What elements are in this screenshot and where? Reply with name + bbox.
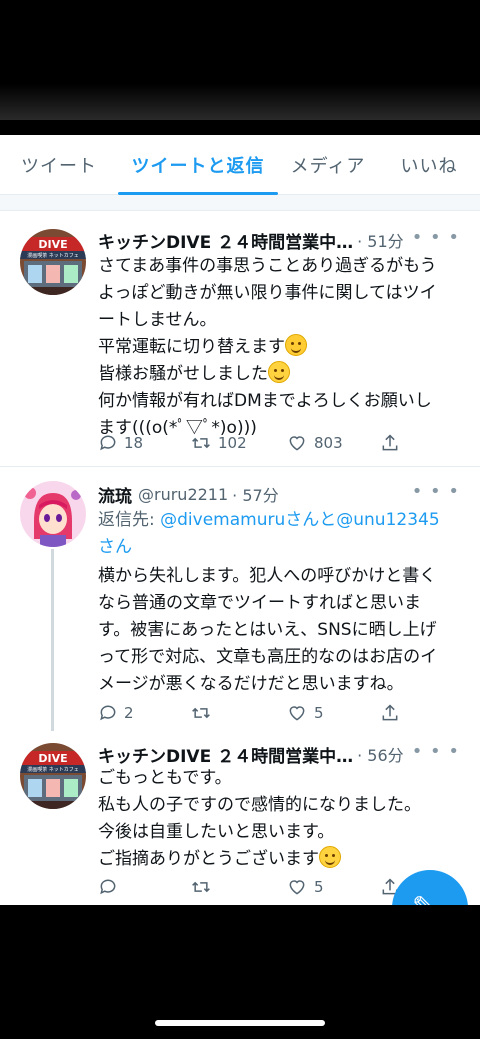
tweet[interactable]: 流琉 @ruru2211 · 57分 • • • 返信先: @divemamur… — [0, 469, 480, 729]
like-count: 803 — [314, 434, 343, 452]
reply-suffix: さん — [98, 537, 132, 557]
reply-count: 18 — [124, 434, 144, 452]
display-name[interactable]: キッチンDIVE ２４時間営業中… — [98, 228, 353, 253]
text-line-wrap: 平常運転に切り替えます — [98, 334, 460, 361]
tweet-text: さてまあ事件の事思うことあり過ぎるがもう よっぽど動きが無い限り事件に関してはツ… — [98, 253, 460, 442]
more-icon[interactable]: • • • — [412, 229, 460, 247]
reply-icon — [100, 705, 116, 721]
text-line: 私も人の子ですので感情的になりました。 — [98, 795, 421, 815]
text-line: 平常運転に切り替えます — [98, 337, 285, 357]
heart-icon — [289, 706, 305, 721]
tweet-actions: 2 5 — [98, 699, 418, 727]
text-line: 横から失礼します。犯人への呼びかけと書く — [98, 566, 437, 586]
text-line: ートしません。 — [98, 310, 217, 330]
like-button[interactable]: 5 — [286, 703, 324, 723]
tweet[interactable]: DIVE 漫画喫茶 ネットカフェ キッチンDIVE ２４時間営業中… · 51分… — [0, 215, 480, 465]
tab-media[interactable]: メディア — [278, 135, 378, 195]
reply-icon — [100, 435, 116, 451]
reply-mid: さんと — [285, 510, 337, 530]
tweet-header: キッチンDIVE ２４時間営業中… · 51分 • • • — [98, 227, 460, 253]
avatar-sign: DIVE — [38, 238, 67, 251]
retweet-icon — [192, 707, 210, 719]
text-line: よっぽど動きが無い限り事件に関してはツイ — [98, 283, 437, 303]
retweet-button[interactable] — [190, 703, 212, 723]
bottom-area — [0, 905, 480, 1039]
tweet-actions: 18 102 803 — [98, 429, 418, 457]
text-line: メージが悪くなるだけだと思いますね。 — [98, 674, 404, 694]
relieved-emoji-icon — [268, 361, 290, 383]
relieved-emoji-icon — [319, 846, 341, 868]
tab-likes[interactable]: いいね — [378, 135, 480, 195]
retweet-count: 102 — [218, 434, 247, 452]
mention-link[interactable]: @divemamuru — [160, 510, 285, 530]
tweet-actions: 5 — [98, 873, 418, 901]
text-line: って形で対応、文章も高圧的なのはお店のイ — [98, 647, 438, 667]
tab-bar: ツイート ツイートと返信 メディア いいね — [0, 135, 480, 195]
retweet-icon — [192, 881, 210, 893]
share-icon — [382, 434, 398, 451]
tweet-header: キッチンDIVE ２４時間営業中… · 56分 • • • — [98, 741, 460, 767]
text-line: 今後は自重したいと思います。 — [98, 822, 335, 842]
reply-button[interactable] — [98, 877, 118, 897]
avatar-subtext: 漫画喫茶 ネットカフェ — [27, 766, 79, 773]
display-name[interactable]: 流琉 — [98, 482, 132, 507]
like-button[interactable]: 5 — [286, 877, 324, 897]
more-icon[interactable]: • • • — [412, 483, 460, 501]
smile-emoji-icon — [285, 334, 307, 356]
retweet-icon — [192, 437, 210, 449]
text-line: さてまあ事件の事思うことあり過ぎるがもう — [98, 256, 437, 276]
retweet-button[interactable] — [190, 877, 212, 897]
like-count: 5 — [314, 704, 324, 722]
tab-label: ツイートと返信 — [131, 156, 265, 177]
share-button[interactable] — [380, 703, 400, 723]
share-icon — [382, 704, 398, 721]
text-line: ごもっともです。 — [98, 768, 232, 788]
mention-link[interactable]: @unu12345 — [336, 510, 439, 530]
avatar-sign: DIVE — [38, 752, 67, 765]
section-gap — [0, 195, 480, 211]
text-line: す。被害にあったとはいえ、SNSに晒し上げ — [98, 620, 437, 640]
text-line-wrap: ご指摘ありがとうございます — [98, 846, 460, 873]
status-area — [0, 0, 480, 120]
heart-icon — [289, 880, 305, 895]
handle[interactable]: @ruru2211 — [138, 485, 228, 504]
avatar[interactable]: DIVE 漫画喫茶 ネットカフェ — [20, 743, 86, 809]
avatar-subtext: 漫画喫茶 ネットカフェ — [27, 252, 79, 259]
retweet-button[interactable]: 102 — [190, 433, 247, 453]
tweet-header: 流琉 @ruru2211 · 57分 • • • — [98, 481, 460, 507]
tweet-text: ごもっともです。 私も人の子ですので感情的になりました。 今後は自重したいと思い… — [98, 765, 460, 873]
tab-tweets[interactable]: ツイート — [0, 135, 118, 195]
reply-context: 返信先: @divemamuruさんと@unu12345 さん — [98, 507, 458, 561]
reply-icon — [100, 879, 116, 895]
like-button[interactable]: 803 — [286, 433, 343, 453]
avatar[interactable]: DIVE 漫画喫茶 ネットカフェ — [20, 229, 86, 295]
text-line: 何か情報が有ればDMまでよろしくお願いし — [98, 391, 432, 411]
home-indicator[interactable] — [155, 1020, 325, 1026]
tweet-text: 横から失礼します。犯人への呼びかけと書く なら普通の文章でツイートすればと思いま… — [98, 563, 460, 698]
share-button[interactable] — [380, 433, 400, 453]
more-icon[interactable]: • • • — [412, 743, 460, 761]
reply-button[interactable]: 2 — [98, 703, 134, 723]
profile-timeline: ツイート ツイートと返信 メディア いいね DIVE 漫画喫茶 ネットカフェ キ… — [0, 135, 480, 905]
timestamp[interactable]: · 57分 — [232, 482, 279, 506]
timestamp[interactable]: · 51分 — [357, 228, 404, 252]
reply-prefix: 返信先: — [98, 510, 161, 530]
like-count: 5 — [314, 878, 324, 896]
divider — [0, 466, 480, 467]
heart-icon — [289, 436, 305, 451]
text-line: なら普通の文章でツイートすればと思いま — [98, 593, 421, 613]
text-line: 皆様お騒がせしました — [98, 364, 268, 384]
reply-count: 2 — [124, 704, 134, 722]
text-line: ご指摘ありがとうございます — [98, 849, 319, 869]
avatar[interactable] — [20, 481, 86, 547]
tab-tweets-and-replies[interactable]: ツイートと返信 — [118, 135, 278, 195]
timestamp[interactable]: · 56分 — [357, 742, 404, 766]
reply-button[interactable]: 18 — [98, 433, 143, 453]
display-name[interactable]: キッチンDIVE ２４時間営業中… — [98, 742, 353, 767]
text-line-wrap: 皆様お騒がせしました — [98, 361, 460, 388]
